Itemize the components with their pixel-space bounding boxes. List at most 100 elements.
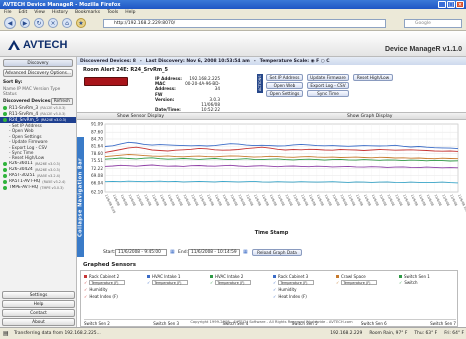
- sensor-column: HVAC Intake 2 ✓ Temperature (F): [210, 273, 260, 286]
- sensor-select[interactable]: Temperature (F): [152, 280, 189, 286]
- sensor-swatch: [84, 274, 87, 278]
- weather-fri: Fri: 64° F: [444, 331, 464, 336]
- sensor-swatch: [399, 274, 402, 278]
- avtech-logo: AVTECH: [8, 39, 67, 51]
- menu-tools[interactable]: Tools: [107, 10, 118, 15]
- status-dot-icon: [3, 118, 7, 122]
- forward-icon[interactable]: ▶: [20, 18, 30, 28]
- end-label: End:: [178, 250, 189, 255]
- calendar-icon[interactable]: ▦: [170, 249, 175, 255]
- discovery-button[interactable]: Discovery: [3, 59, 73, 67]
- discovery-status-line: Discovered Devices: 8 - Last Discovery: …: [77, 57, 466, 65]
- temperature-scale[interactable]: Temperature Scale: ◉ F ○ C: [260, 59, 330, 64]
- collapse-navigation-tab[interactable]: Collapse Navigation Bar: [77, 137, 84, 257]
- help-button[interactable]: Help: [2, 300, 75, 308]
- status-dot-icon: [3, 185, 7, 190]
- sensor-select[interactable]: Temperature (F): [341, 280, 378, 286]
- y-tick-label: 72.22: [91, 166, 103, 171]
- navigation-toolbar: ◀ ▶ ↻ × ⌂ ★ http://192.168.2.229:8070/ G…: [0, 16, 466, 31]
- product-name: Device ManageR v1.1.0: [384, 46, 462, 53]
- reset-high-low-button[interactable]: Reset High/Low: [353, 74, 393, 81]
- stop-icon[interactable]: ×: [48, 18, 58, 28]
- start-label: Start:: [103, 250, 116, 255]
- last-discovery: Last Discovery: Nov 6, 2008 10:53:54 am: [145, 58, 250, 64]
- menu-history[interactable]: History: [52, 10, 68, 15]
- menu-bookmarks[interactable]: Bookmarks: [75, 10, 100, 15]
- date-range-row: Start: 11/6/2008 - 9:45:00 ▦ End: 11/6/2…: [77, 247, 466, 257]
- actions-label: ACTIONS: [257, 74, 263, 93]
- sensor-select[interactable]: Temperature (F): [278, 280, 315, 286]
- y-tick-label: 91.09: [91, 122, 103, 127]
- sync-time-button[interactable]: Sync Time: [307, 90, 349, 97]
- reload-icon[interactable]: ↻: [34, 18, 44, 28]
- bookmark-star-icon[interactable]: ★: [76, 18, 86, 28]
- close-icon[interactable]: ×: [456, 1, 464, 8]
- status-text: Transferring data from 192.168.2.225...: [14, 331, 101, 336]
- sensor-column: Rack Cabinet 2 ✓ Temperature (F) ✓ Humidit…: [84, 273, 134, 299]
- export-log-button[interactable]: Export Log - CSV: [307, 82, 349, 89]
- status-dot-icon: [3, 173, 7, 178]
- page-icon: ▤: [3, 330, 9, 337]
- logo-icon: [8, 40, 20, 50]
- refresh-button[interactable]: Refresh: [50, 98, 73, 105]
- search-box[interactable]: Google: [404, 19, 462, 28]
- sensor-select[interactable]: Temperature (F): [215, 280, 252, 286]
- sidebar: Discovery Advanced Discovery Options... …: [0, 57, 77, 327]
- sort-options[interactable]: Name IP MAC Version Type Status: [0, 86, 76, 98]
- discovered-count: Discovered Devices: 8: [80, 58, 136, 64]
- maximize-icon[interactable]: □: [447, 1, 455, 8]
- y-tick-label: 87.60: [91, 130, 103, 135]
- status-dot-icon: [3, 106, 7, 110]
- home-icon[interactable]: ⌂: [62, 18, 72, 28]
- contact-button[interactable]: Contact: [2, 309, 75, 317]
- minimize-icon[interactable]: _: [438, 1, 446, 8]
- weather-thu: Thu: 63° F: [414, 331, 438, 336]
- display-toggle-bar: Show Sensor Display Show Graph Display: [77, 112, 466, 120]
- start-date-input[interactable]: 11/6/2008 - 9:45:00: [115, 249, 167, 256]
- device-image: [84, 77, 128, 86]
- end-date-input[interactable]: 11/6/2008 - 10:14:59: [188, 249, 240, 256]
- about-button[interactable]: About: [2, 318, 75, 326]
- status-dot-icon: [3, 167, 7, 172]
- reload-graph-button[interactable]: Reload Graph Data: [252, 249, 302, 256]
- y-tick-label: 78.60: [91, 151, 103, 156]
- calendar-icon[interactable]: ▦: [243, 249, 248, 255]
- y-tick-label: 66.04: [91, 180, 103, 185]
- sensor-swatch: [273, 274, 276, 278]
- open-settings-button[interactable]: Open Settings: [266, 90, 303, 97]
- y-tick-label: 69.08: [91, 173, 103, 178]
- status-dot-icon: [3, 161, 7, 166]
- open-web-button[interactable]: Open Web: [266, 82, 303, 89]
- sensor-swatch: [210, 274, 213, 278]
- menu-bar: File Edit View History Bookmarks Tools H…: [0, 9, 466, 16]
- device-info: IP Address: 192.168.2.225 MAC Address:00-…: [155, 76, 220, 113]
- menu-view[interactable]: View: [34, 10, 45, 15]
- window-titlebar: AVTECH Device ManageR - Mozilla Firefox …: [0, 0, 466, 9]
- copyright-text: Copyright 1999-2008 - AVTECH Software - …: [190, 320, 353, 324]
- room-title: Room Alert 24E: R24_SrvRm_5: [83, 67, 169, 73]
- menu-help[interactable]: Help: [125, 10, 135, 15]
- update-firmware-button[interactable]: Update Firmware: [307, 74, 349, 81]
- status-ip: 192.168.2.229: [330, 331, 363, 336]
- settings-button[interactable]: Settings: [2, 291, 75, 299]
- back-icon[interactable]: ◀: [4, 17, 16, 29]
- x-tick-label: 11/6/08 10:14: [457, 194, 466, 216]
- device-item[interactable]: TMPE-AVT-HQ (TMPE v3.0.3): [0, 185, 76, 191]
- y-tick-label: 75.51: [91, 158, 103, 163]
- show-graph-display[interactable]: Show Graph Display: [347, 114, 392, 119]
- set-ip-button[interactable]: Set IP Address: [266, 74, 303, 81]
- sensor-swatch: [336, 274, 339, 278]
- advanced-discovery-button[interactable]: Advanced Discovery Options...: [3, 69, 73, 77]
- sensor-select[interactable]: Temperature (F): [89, 280, 126, 286]
- show-sensor-display[interactable]: Show Sensor Display: [117, 114, 164, 119]
- window-title: AVTECH Device ManageR - Mozilla Firefox: [3, 1, 121, 8]
- menu-file[interactable]: File: [4, 10, 12, 15]
- url-text: http://192.168.2.229:8070/: [114, 21, 176, 26]
- sensor-column: HVAC Intake 1 ✓ Temperature (F): [147, 273, 197, 286]
- menu-edit[interactable]: Edit: [19, 10, 28, 15]
- address-bar[interactable]: http://192.168.2.229:8070/: [103, 19, 386, 28]
- browser-status-bar: ▤ Transferring data from 192.168.2.225..…: [0, 327, 466, 339]
- discovered-label: Discovered Devices: Refresh: [0, 98, 76, 105]
- y-tick-label: 84.70: [91, 136, 103, 141]
- main-panel: Discovered Devices: 8 - Last Discovery: …: [77, 57, 466, 327]
